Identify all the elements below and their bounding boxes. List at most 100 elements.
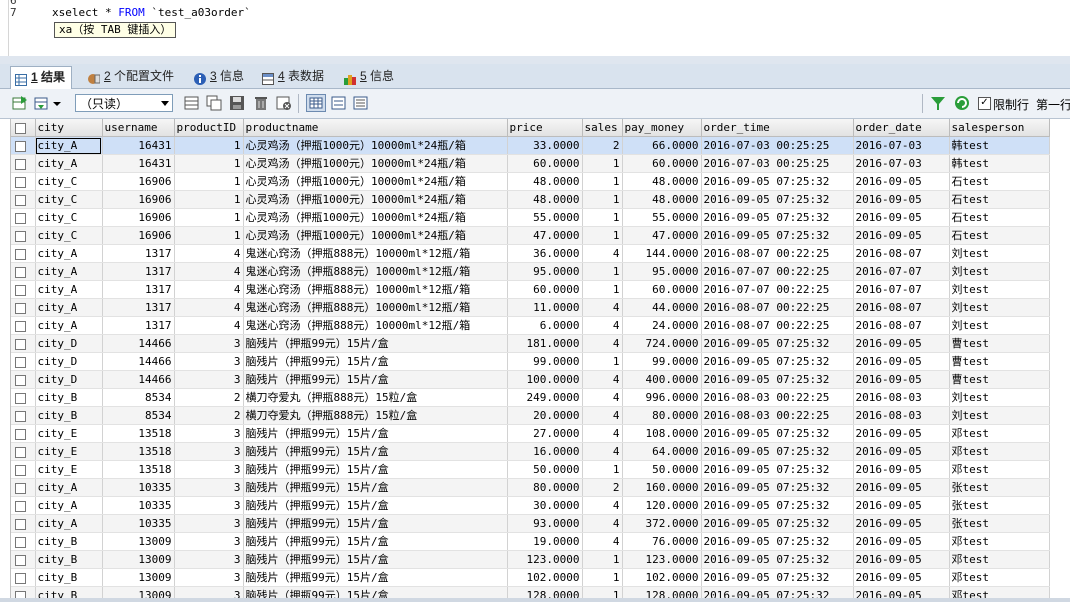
cell-order_date[interactable]: 2016-07-03 bbox=[853, 136, 950, 155]
row-checkbox[interactable] bbox=[11, 334, 36, 353]
cell-username[interactable]: 8534 bbox=[102, 406, 175, 425]
cell-productname[interactable]: 脑残片（押瓶99元）15片/盒 bbox=[243, 442, 508, 461]
cell-username[interactable]: 16906 bbox=[102, 190, 175, 209]
insert-row-icon[interactable] bbox=[184, 95, 200, 111]
cell-username[interactable]: 10335 bbox=[102, 496, 175, 515]
column-header-order_date[interactable]: order_date bbox=[853, 119, 950, 137]
cell-order_date[interactable]: 2016-08-03 bbox=[853, 388, 950, 407]
cell-city[interactable]: city_D bbox=[35, 352, 103, 371]
cell-sales[interactable]: 4 bbox=[582, 298, 623, 317]
cell-pay_money[interactable]: 102.0000 bbox=[622, 568, 702, 587]
cell-productname[interactable]: 鬼迷心窍汤（押瓶888元）10000ml*12瓶/箱 bbox=[243, 262, 508, 281]
cell-price[interactable]: 36.0000 bbox=[507, 244, 583, 263]
cell-salesperson[interactable]: 邓test bbox=[949, 460, 1050, 479]
cell-pay_money[interactable]: 44.0000 bbox=[622, 298, 702, 317]
column-header-productid[interactable]: productID bbox=[174, 119, 244, 137]
row-checkbox[interactable] bbox=[11, 424, 36, 443]
grid-view-icon[interactable] bbox=[306, 94, 326, 112]
cell-order_date[interactable]: 2016-09-05 bbox=[853, 442, 950, 461]
row-checkbox[interactable] bbox=[11, 190, 36, 209]
cell-productname[interactable]: 心灵鸡汤（押瓶1000元）10000ml*24瓶/箱 bbox=[243, 226, 508, 245]
cell-productname[interactable]: 鬼迷心窍汤（押瓶888元）10000ml*12瓶/箱 bbox=[243, 244, 508, 263]
cell-username[interactable]: 13518 bbox=[102, 442, 175, 461]
tab-table-data[interactable]: 4 表数据 bbox=[258, 66, 330, 87]
cell-city[interactable]: city_A bbox=[35, 280, 103, 299]
cell-pay_money[interactable]: 55.0000 bbox=[622, 208, 702, 227]
cell-sales[interactable]: 4 bbox=[582, 406, 623, 425]
cell-order_date[interactable]: 2016-09-05 bbox=[853, 460, 950, 479]
cell-salesperson[interactable]: 邓test bbox=[949, 424, 1050, 443]
cell-order_date[interactable]: 2016-08-07 bbox=[853, 244, 950, 263]
cell-productid[interactable]: 2 bbox=[174, 406, 244, 425]
table-row[interactable]: city_A 10335 3 脑残片（押瓶99元）15片/盒 80.0000 2 160.0… bbox=[11, 478, 1050, 497]
cell-salesperson[interactable]: 石test bbox=[949, 208, 1050, 227]
cell-username[interactable]: 1317 bbox=[102, 262, 175, 281]
cell-city[interactable]: city_A bbox=[35, 478, 103, 497]
cell-order_date[interactable]: 2016-09-05 bbox=[853, 424, 950, 443]
cell-order_date[interactable]: 2016-09-05 bbox=[853, 550, 950, 569]
row-checkbox[interactable] bbox=[11, 370, 36, 389]
cell-sales[interactable]: 1 bbox=[582, 550, 623, 569]
cell-sales[interactable]: 4 bbox=[582, 370, 623, 389]
cell-sales[interactable]: 4 bbox=[582, 532, 623, 551]
cell-order_time[interactable]: 2016-09-05 07:25:32 bbox=[701, 460, 854, 479]
cell-productname[interactable]: 脑残片（押瓶99元）15片/盒 bbox=[243, 514, 508, 533]
export-icon[interactable] bbox=[12, 95, 28, 111]
cell-order_time[interactable]: 2016-09-05 07:25:32 bbox=[701, 172, 854, 191]
cell-pay_money[interactable]: 95.0000 bbox=[622, 262, 702, 281]
cell-price[interactable]: 55.0000 bbox=[507, 208, 583, 227]
cell-sales[interactable]: 1 bbox=[582, 226, 623, 245]
cell-city[interactable]: city_E bbox=[35, 460, 103, 479]
cell-productname[interactable]: 心灵鸡汤（押瓶1000元）10000ml*24瓶/箱 bbox=[243, 136, 508, 155]
cell-productname[interactable]: 脑残片（押瓶99元）15片/盒 bbox=[243, 478, 508, 497]
cell-order_date[interactable]: 2016-07-07 bbox=[853, 262, 950, 281]
cell-order_time[interactable]: 2016-09-05 07:25:32 bbox=[701, 514, 854, 533]
cell-order_time[interactable]: 2016-08-07 00:22:25 bbox=[701, 298, 854, 317]
cell-username[interactable]: 14466 bbox=[102, 352, 175, 371]
column-header-pay_money[interactable]: pay_money bbox=[622, 119, 702, 137]
cell-productname[interactable]: 心灵鸡汤（押瓶1000元）10000ml*24瓶/箱 bbox=[243, 190, 508, 209]
cell-price[interactable]: 11.0000 bbox=[507, 298, 583, 317]
row-checkbox[interactable] bbox=[11, 352, 36, 371]
cell-pay_money[interactable]: 48.0000 bbox=[622, 172, 702, 191]
cell-price[interactable]: 249.0000 bbox=[507, 388, 583, 407]
cell-sales[interactable]: 1 bbox=[582, 208, 623, 227]
cell-city[interactable]: city_D bbox=[35, 370, 103, 389]
cell-city[interactable]: city_B bbox=[35, 406, 103, 425]
table-row[interactable]: city_A 16431 1 心灵鸡汤（押瓶1000元）10000ml*24瓶/箱 60… bbox=[11, 154, 1050, 173]
cell-price[interactable]: 16.0000 bbox=[507, 442, 583, 461]
cell-order_time[interactable]: 2016-09-05 07:25:32 bbox=[701, 532, 854, 551]
cell-salesperson[interactable]: 刘test bbox=[949, 244, 1050, 263]
cell-username[interactable]: 1317 bbox=[102, 316, 175, 335]
cell-productid[interactable]: 3 bbox=[174, 532, 244, 551]
cell-productname[interactable]: 脑残片（押瓶99元）15片/盒 bbox=[243, 352, 508, 371]
splitter[interactable] bbox=[0, 56, 1070, 64]
cell-price[interactable]: 60.0000 bbox=[507, 280, 583, 299]
cell-order_time[interactable]: 2016-09-05 07:25:32 bbox=[701, 478, 854, 497]
row-checkbox[interactable] bbox=[11, 154, 36, 173]
cell-city[interactable]: city_C bbox=[35, 172, 103, 191]
cell-salesperson[interactable]: 曹test bbox=[949, 352, 1050, 371]
cell-pay_money[interactable]: 50.0000 bbox=[622, 460, 702, 479]
table-row[interactable]: city_A 16431 1 心灵鸡汤（押瓶1000元）10000ml*24瓶/箱 33… bbox=[11, 136, 1050, 155]
cell-city[interactable]: city_B bbox=[35, 532, 103, 551]
cell-order_time[interactable]: 2016-09-05 07:25:32 bbox=[701, 550, 854, 569]
refresh-icon[interactable] bbox=[954, 95, 970, 111]
cell-city[interactable]: city_A bbox=[35, 244, 103, 263]
cell-username[interactable]: 13009 bbox=[102, 550, 175, 569]
cell-username[interactable]: 8534 bbox=[102, 388, 175, 407]
row-checkbox[interactable] bbox=[11, 316, 36, 335]
autocomplete-hint[interactable]: xa（按 TAB 键插入） bbox=[54, 22, 177, 38]
cell-order_time[interactable]: 2016-07-03 00:25:25 bbox=[701, 136, 854, 155]
cell-username[interactable]: 13009 bbox=[102, 568, 175, 587]
cell-sales[interactable]: 4 bbox=[582, 244, 623, 263]
cell-order_time[interactable]: 2016-09-05 07:25:32 bbox=[701, 226, 854, 245]
cell-productid[interactable]: 2 bbox=[174, 388, 244, 407]
table-row[interactable]: city_D 14466 3 脑残片（押瓶99元）15片/盒 181.0000 4 724.… bbox=[11, 334, 1050, 353]
cell-sales[interactable]: 2 bbox=[582, 478, 623, 497]
cell-price[interactable]: 102.0000 bbox=[507, 568, 583, 587]
cell-order_time[interactable]: 2016-07-07 00:22:25 bbox=[701, 280, 854, 299]
cell-productid[interactable]: 3 bbox=[174, 478, 244, 497]
cell-order_date[interactable]: 2016-09-05 bbox=[853, 352, 950, 371]
cell-sales[interactable]: 1 bbox=[582, 154, 623, 173]
